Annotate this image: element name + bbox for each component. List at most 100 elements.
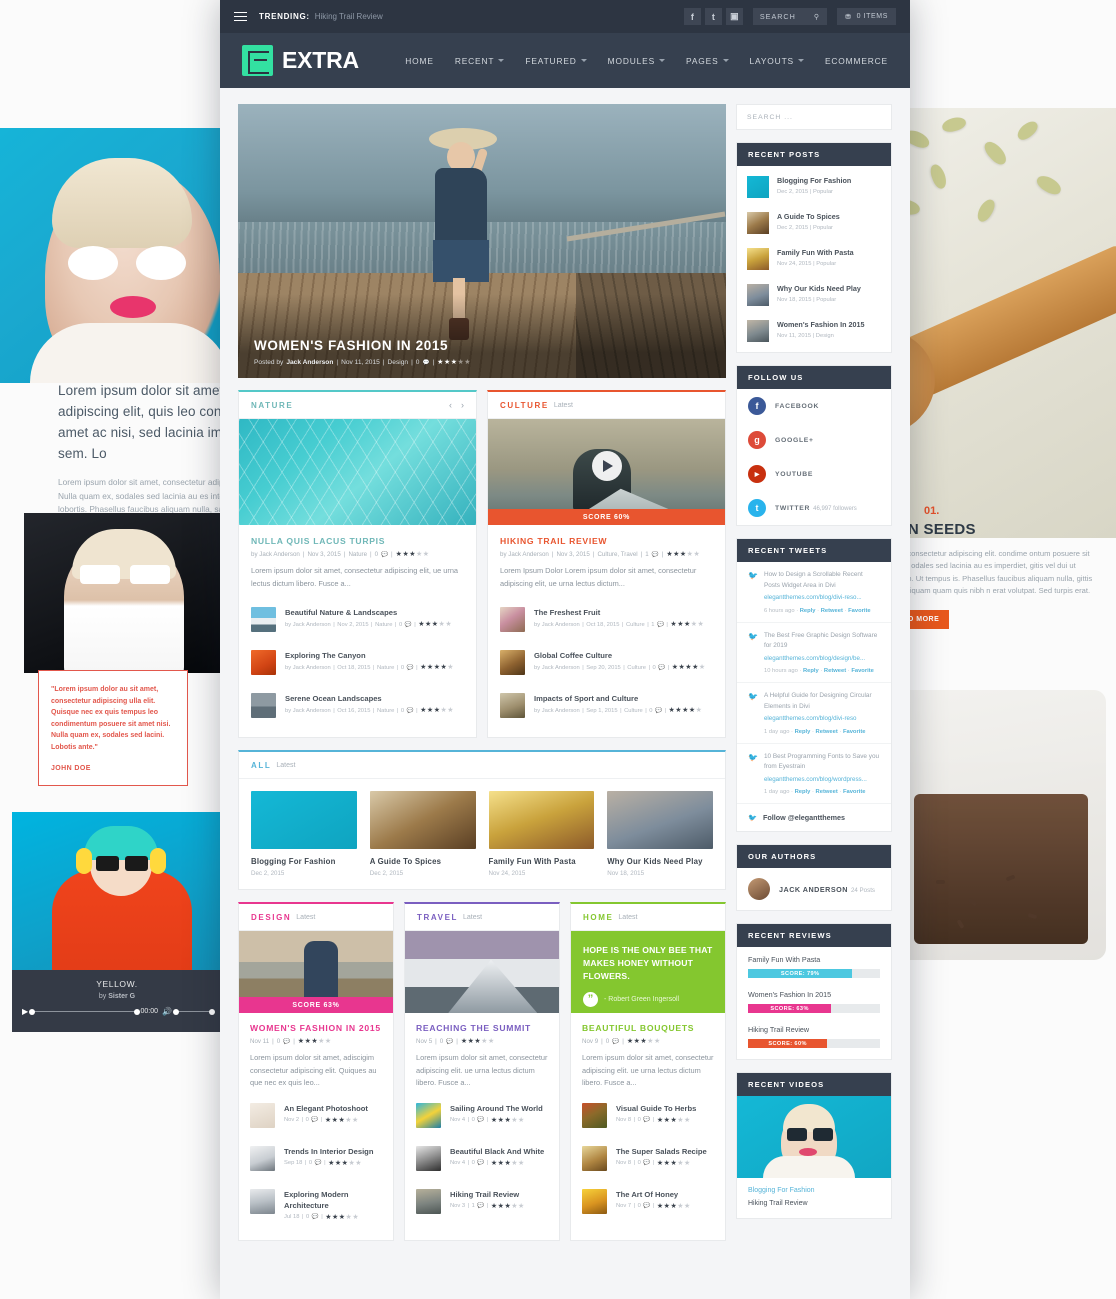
search-input[interactable]: SEARCH ⚲: [752, 8, 828, 25]
hero-featured-post[interactable]: WOMEN'S FASHION IN 2015 Posted by Jack A…: [238, 104, 726, 378]
post-title[interactable]: Exploring The Canyon: [285, 650, 454, 661]
nature-feature-title[interactable]: NULLA QUIS LACUS TURPIS: [251, 536, 464, 546]
list-item[interactable]: 🐦 The Best Free Graphic Design Software …: [737, 623, 891, 683]
video-second-title[interactable]: Hiking Trail Review: [737, 1197, 891, 1218]
post-title[interactable]: Hiking Trail Review: [450, 1189, 524, 1200]
play-icon[interactable]: ▶: [22, 1007, 28, 1016]
nav-item-featured[interactable]: FEATURED: [525, 56, 587, 66]
hamburger-menu-icon[interactable]: [234, 11, 247, 22]
list-item[interactable]: Hiking Trail Review Nov 3 | 1 💬 | ★ ★ ★ ★ ★: [416, 1180, 548, 1223]
list-item[interactable]: Blogging For Fashion Dec 2, 2015 | Popula…: [747, 169, 881, 205]
twitter-follow-link[interactable]: 🐦 Follow @elegantthemes: [737, 804, 891, 831]
list-item[interactable]: Blogging For Fashion Dec 2, 2015: [251, 791, 357, 877]
list-item[interactable]: Hiking Trail Review SCORE: 60%: [737, 1017, 891, 1059]
trending-article-link[interactable]: Hiking Trail Review: [315, 12, 383, 21]
list-item[interactable]: Impacts of Sport and Culture by Jack And…: [500, 684, 713, 727]
cart-button[interactable]: ⛃ 0 ITEMS: [837, 8, 896, 25]
social-row-twitter[interactable]: t TWITTER 46,997 followers: [737, 491, 891, 525]
list-item[interactable]: The Art Of Honey Nov 7 | 0 💬 | ★ ★ ★ ★ ★: [582, 1180, 714, 1223]
list-item[interactable]: Why Our Kids Need Play Nov 18, 2015: [607, 791, 713, 877]
carousel-next-icon[interactable]: ›: [461, 400, 464, 410]
card-title[interactable]: Blogging For Fashion: [251, 857, 357, 866]
list-item[interactable]: Serene Ocean Landscapes by Jack Anderson…: [251, 684, 464, 727]
nav-item-home[interactable]: HOME: [405, 56, 434, 66]
post-title[interactable]: The Super Salads Recipe: [616, 1146, 707, 1157]
list-item[interactable]: The Freshest Fruit by Jack Anderson | Oct …: [500, 598, 713, 641]
nav-item-recent[interactable]: RECENT: [455, 56, 505, 66]
list-item[interactable]: The Super Salads Recipe Nov 8 | 0 💬 | ★ ★ ★ ★ ★: [582, 1137, 714, 1180]
hero-title[interactable]: WOMEN'S FASHION IN 2015: [254, 338, 710, 353]
card-title[interactable]: A Guide To Spices: [370, 857, 476, 866]
list-item[interactable]: A Guide To Spices Dec 2, 2015: [369, 791, 476, 877]
list-item[interactable]: Exploring Modern Architecture Jul 18 | 0 💬 |…: [250, 1180, 382, 1230]
design-feature-image[interactable]: SCORE 63%: [239, 931, 393, 1014]
culture-feature-title[interactable]: HIKING TRAIL REVIEW: [500, 536, 713, 546]
list-item[interactable]: Beautiful Nature & Landscapes by Jack An…: [251, 598, 464, 641]
home-feature-title[interactable]: BEAUTIFUL BOUQUETS: [582, 1023, 714, 1033]
hero-category[interactable]: Design: [388, 359, 409, 366]
social-row-google[interactable]: g GOOGLE+: [737, 423, 891, 457]
site-logo[interactable]: EXTRA: [242, 45, 359, 76]
play-video-icon[interactable]: [591, 450, 622, 481]
tweet-link[interactable]: elegantthemes.com/blog/divi-reso: [764, 714, 880, 725]
social-row-youtube[interactable]: ▶ YOUTUBE: [737, 457, 891, 491]
nav-item-layouts[interactable]: LAYOUTS: [750, 56, 804, 66]
audio-progress-slider[interactable]: [29, 1009, 140, 1014]
twitter-icon[interactable]: t: [704, 8, 722, 25]
post-title[interactable]: The Freshest Fruit: [534, 607, 704, 618]
post-title[interactable]: Beautiful Black And White: [450, 1146, 544, 1157]
post-title[interactable]: The Art Of Honey: [616, 1189, 690, 1200]
volume-slider[interactable]: [173, 1009, 215, 1014]
list-item[interactable]: Trends In Interior Design Sep 18 | 0 💬 | ★ ★ ★ ★…: [250, 1137, 382, 1180]
post-title[interactable]: Blogging For Fashion: [777, 176, 851, 186]
tweet-link[interactable]: elegantthemes.com/blog/design/be...: [764, 654, 880, 665]
post-title[interactable]: A Guide To Spices: [777, 212, 840, 222]
list-item[interactable]: Global Coffee Culture by Jack Anderson | S…: [500, 641, 713, 684]
search-icon[interactable]: ⚲: [814, 12, 820, 21]
nav-item-pages[interactable]: PAGES: [686, 56, 729, 66]
travel-feature-title[interactable]: REACHING THE SUMMIT: [416, 1023, 548, 1033]
list-item[interactable]: Visual Guide To Herbs Nov 8 | 0 💬 | ★ ★ ★ ★ ★: [582, 1094, 714, 1137]
tweet-link[interactable]: elegantthemes.com/blog/wordpress...: [764, 775, 880, 786]
nav-item-modules[interactable]: MODULES: [608, 56, 666, 66]
volume-icon[interactable]: 🔊: [162, 1007, 172, 1016]
post-title[interactable]: Women's Fashion In 2015: [777, 320, 864, 330]
post-title[interactable]: Sailing Around The World: [450, 1103, 543, 1114]
social-row-facebook[interactable]: f FACEBOOK: [737, 389, 891, 423]
home-quote-card[interactable]: HOPE IS THE ONLY BEE THAT MAKES HONEY WI…: [571, 931, 725, 1014]
card-title[interactable]: Why Our Kids Need Play: [607, 857, 713, 866]
post-title[interactable]: An Elegant Photoshoot: [284, 1103, 368, 1114]
author-row[interactable]: JACK ANDERSON 24 Posts: [737, 868, 891, 910]
module-culture-feature-image[interactable]: SCORE 60%: [488, 419, 725, 525]
card-title[interactable]: Family Fun With Pasta: [489, 857, 595, 866]
hero-author[interactable]: Jack Anderson: [286, 359, 333, 366]
nav-item-ecommerce[interactable]: ECOMMERCE: [825, 56, 888, 66]
post-title[interactable]: Visual Guide To Herbs: [616, 1103, 696, 1114]
design-feature-title[interactable]: WOMEN'S FASHION IN 2015: [250, 1023, 382, 1033]
list-item[interactable]: Family Fun With Pasta SCORE: 79%: [737, 947, 891, 982]
list-item[interactable]: Beautiful Black And White Nov 4 | 0 💬 | ★ ★ ★ ★ ★: [416, 1137, 548, 1180]
video-active-title[interactable]: Blogging For Fashion: [737, 1178, 891, 1197]
list-item[interactable]: A Guide To Spices Dec 2, 2015 | Popular: [747, 205, 881, 241]
tweet-link[interactable]: elegantthemes.com/blog/divi-reso...: [764, 593, 880, 604]
post-title[interactable]: Beautiful Nature & Landscapes: [285, 607, 452, 618]
facebook-icon[interactable]: f: [683, 8, 701, 25]
video-thumbnail[interactable]: [737, 1096, 891, 1178]
post-title[interactable]: Impacts of Sport and Culture: [534, 693, 702, 704]
sidebar-search-input[interactable]: SEARCH ...: [736, 104, 892, 130]
list-item[interactable]: 🐦 How to Design a Scrollable Recent Post…: [737, 562, 891, 623]
list-item[interactable]: Women's Fashion In 2015 Nov 11, 2015 | De…: [747, 313, 881, 349]
list-item[interactable]: 🐦 10 Best Programming Fonts to Save you …: [737, 744, 891, 804]
module-nature-feature-image[interactable]: [239, 419, 476, 525]
instagram-icon[interactable]: ▣: [725, 8, 743, 25]
list-item[interactable]: Women's Fashion In 2015 SCORE: 63%: [737, 982, 891, 1017]
post-title[interactable]: Exploring Modern Architecture: [284, 1189, 382, 1211]
post-title[interactable]: Why Our Kids Need Play: [777, 284, 861, 294]
carousel-prev-icon[interactable]: ‹: [449, 400, 452, 410]
bg-audio-player[interactable]: YELLOW. by Sister G ▶ 00:00 🔊: [12, 970, 222, 1032]
travel-feature-image[interactable]: [405, 931, 559, 1014]
list-item[interactable]: Exploring The Canyon by Jack Anderson | Oc…: [251, 641, 464, 684]
post-title[interactable]: Global Coffee Culture: [534, 650, 705, 661]
list-item[interactable]: Family Fun With Pasta Nov 24, 2015 | Popu…: [747, 241, 881, 277]
list-item[interactable]: An Elegant Photoshoot Nov 2 | 0 💬 | ★ ★ ★ ★ ★: [250, 1094, 382, 1137]
